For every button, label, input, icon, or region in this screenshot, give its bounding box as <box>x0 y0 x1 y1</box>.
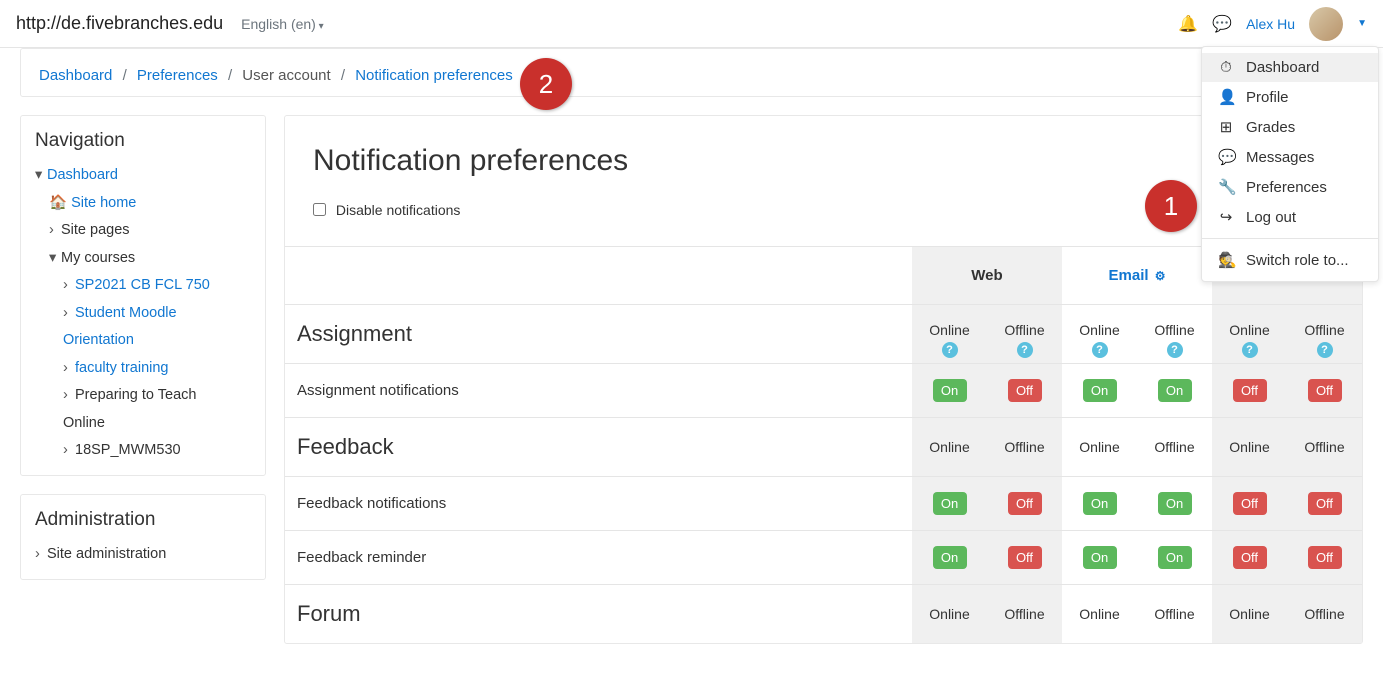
col-offline: Offline? <box>1287 305 1362 364</box>
topbar: http://de.fivebranches.edu English (en) … <box>0 0 1383 48</box>
page-title: Notification preferences <box>313 144 1334 178</box>
nav-course-2b[interactable]: Orientation <box>35 327 251 355</box>
dd-separator <box>1202 238 1378 239</box>
breadcrumb: Dashboard / Preferences / User account /… <box>39 67 1344 84</box>
user-dropdown: ⏱Dashboard 👤Profile ⊞Grades 💬Messages 🔧P… <box>1201 46 1379 282</box>
toggle-off[interactable]: Off <box>1233 492 1267 515</box>
chat-icon[interactable]: 💬 <box>1212 14 1232 34</box>
bell-icon[interactable]: 🔔 <box>1178 14 1198 34</box>
grid-icon: ⊞ <box>1218 118 1234 136</box>
disable-notifications-label[interactable]: Disable notifications <box>313 202 460 218</box>
administration-block: Administration ›Site administration <box>20 494 266 580</box>
toggle-on[interactable]: On <box>1083 546 1117 569</box>
crumb-notif-pref[interactable]: Notification preferences <box>355 67 513 84</box>
spy-icon: 🕵 <box>1218 251 1234 269</box>
breadcrumb-card: Dashboard / Preferences / User account /… <box>20 48 1363 97</box>
nav-site-home[interactable]: 🏠Site home <box>35 190 251 218</box>
toggle-off[interactable]: Off <box>1233 379 1267 402</box>
nav-course-3[interactable]: ›faculty training <box>35 355 251 383</box>
toggle-on[interactable]: On <box>933 379 967 402</box>
tachometer-icon: ⏱ <box>1218 59 1234 76</box>
dd-logout[interactable]: ↪Log out <box>1202 202 1378 232</box>
toggle-off[interactable]: Off <box>1308 492 1342 515</box>
speech-icon: 💬 <box>1218 148 1234 166</box>
toggle-off[interactable]: Off <box>1308 546 1342 569</box>
toggle-on[interactable]: On <box>1083 379 1117 402</box>
col-offline: Offline? <box>1137 305 1212 364</box>
topbar-right: 🔔 💬 Alex Hu ▼ <box>1178 7 1367 41</box>
nav-course-1[interactable]: ›SP2021 CB FCL 750 <box>35 272 251 300</box>
crumb-preferences[interactable]: Preferences <box>137 67 218 84</box>
gear-icon[interactable]: ⚙ <box>1155 269 1166 283</box>
help-icon[interactable]: ? <box>942 342 958 358</box>
sidebar: Navigation ▾Dashboard 🏠Site home ›Site p… <box>20 115 266 598</box>
help-icon[interactable]: ? <box>1167 342 1183 358</box>
site-url: http://de.fivebranches.edu <box>16 13 223 34</box>
col-online: Online? <box>1212 305 1287 364</box>
toggle-on[interactable]: On <box>1158 546 1192 569</box>
nav-course-4[interactable]: ›Preparing to Teach <box>35 382 251 410</box>
row-assignment-notifications: Assignment notifications On Off On On Of… <box>285 364 1362 418</box>
row-feedback-reminder: Feedback reminder On Off On On Off Off <box>285 531 1362 585</box>
annotation-2: 2 <box>520 58 572 110</box>
toggle-on[interactable]: On <box>1083 492 1117 515</box>
section-forum: Forum Online Offline Online Offline Onli… <box>285 585 1362 644</box>
nav-course-5[interactable]: ›18SP_MWM530 <box>35 437 251 465</box>
dd-preferences[interactable]: 🔧Preferences <box>1202 172 1378 202</box>
toggle-off[interactable]: Off <box>1008 546 1042 569</box>
nav-site-admin[interactable]: ›Site administration <box>35 541 251 569</box>
col-online: Online? <box>912 305 987 364</box>
user-menu-caret[interactable]: ▼ <box>1357 18 1367 29</box>
th-email[interactable]: Email ⚙ <box>1062 247 1212 305</box>
toggle-on[interactable]: On <box>1158 379 1192 402</box>
nav-dashboard[interactable]: ▾Dashboard <box>35 162 251 190</box>
row-feedback-notifications: Feedback notifications On Off On On Off … <box>285 477 1362 531</box>
nav-site-pages[interactable]: ›Site pages <box>35 217 251 245</box>
dd-messages[interactable]: 💬Messages <box>1202 142 1378 172</box>
nav-title: Navigation <box>35 130 251 152</box>
disable-notifications-checkbox[interactable] <box>313 203 326 216</box>
signout-icon: ↪ <box>1218 208 1234 226</box>
admin-title: Administration <box>35 509 251 531</box>
avatar[interactable] <box>1309 7 1343 41</box>
dd-switch-role[interactable]: 🕵Switch role to... <box>1202 245 1378 275</box>
language-selector[interactable]: English (en) <box>241 16 324 32</box>
user-name-link[interactable]: Alex Hu <box>1246 16 1295 32</box>
annotation-1: 1 <box>1145 180 1197 232</box>
nav-course-2[interactable]: ›Student Moodle <box>35 300 251 328</box>
help-icon[interactable]: ? <box>1017 342 1033 358</box>
crumb-user-account: User account <box>242 67 330 84</box>
toggle-off[interactable]: Off <box>1308 379 1342 402</box>
toggle-off[interactable]: Off <box>1233 546 1267 569</box>
crumb-dashboard[interactable]: Dashboard <box>39 67 112 84</box>
toggle-on[interactable]: On <box>1158 492 1192 515</box>
help-icon[interactable]: ? <box>1242 342 1258 358</box>
col-online: Online? <box>1062 305 1137 364</box>
help-icon[interactable]: ? <box>1317 342 1333 358</box>
prefs-table: Web Email ⚙ Assignment Online? Offline? … <box>285 246 1362 643</box>
th-web: Web <box>912 247 1062 305</box>
dd-profile[interactable]: 👤Profile <box>1202 82 1378 112</box>
nav-course-4b[interactable]: Online <box>35 410 251 438</box>
col-offline: Offline? <box>987 305 1062 364</box>
dd-dashboard[interactable]: ⏱Dashboard <box>1202 53 1378 82</box>
section-feedback: Feedback Online Offline Online Offline O… <box>285 418 1362 477</box>
toggle-on[interactable]: On <box>933 546 967 569</box>
user-icon: 👤 <box>1218 88 1234 106</box>
help-icon[interactable]: ? <box>1092 342 1108 358</box>
toggle-off[interactable]: Off <box>1008 379 1042 402</box>
navigation-block: Navigation ▾Dashboard 🏠Site home ›Site p… <box>20 115 266 476</box>
toggle-off[interactable]: Off <box>1008 492 1042 515</box>
section-assignment: Assignment Online? Offline? Online? Offl… <box>285 305 1362 364</box>
th-blank <box>285 247 912 305</box>
nav-my-courses[interactable]: ▾My courses <box>35 245 251 273</box>
toggle-on[interactable]: On <box>933 492 967 515</box>
home-icon: 🏠 <box>49 195 67 211</box>
dd-grades[interactable]: ⊞Grades <box>1202 112 1378 142</box>
wrench-icon: 🔧 <box>1218 178 1234 196</box>
